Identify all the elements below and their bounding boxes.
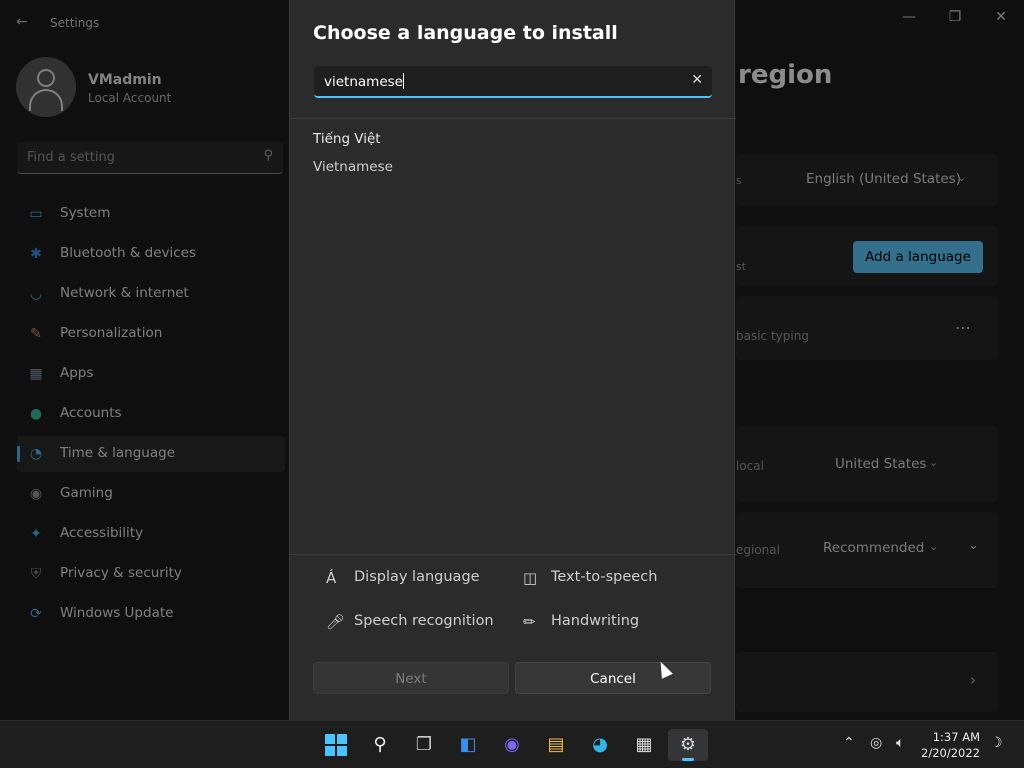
chevron-up-icon[interactable]: ⌃ <box>843 735 855 751</box>
language-result-english[interactable]: Vietnamese <box>313 159 393 175</box>
display-language-icon: Á <box>326 569 337 587</box>
feature-display-language: Á Display language <box>326 569 516 589</box>
file-explorer-icon[interactable]: ▤ <box>536 729 576 761</box>
handwriting-icon: ✏︎ <box>523 613 536 631</box>
widgets-icon[interactable]: ◧ <box>448 729 488 761</box>
start-button[interactable] <box>316 729 356 761</box>
divider <box>290 118 736 119</box>
next-button[interactable]: Next <box>313 662 509 694</box>
taskbar: ⚲ ❐ ◧ ◉ ▤ ◕ ▦ ⚙ ⌃ ◎ 🔈︎ 1:37 AM 2/20/2022… <box>0 720 1024 768</box>
dialog-title: Choose a language to install <box>313 22 618 44</box>
cancel-button[interactable]: Cancel <box>515 662 711 694</box>
text-to-speech-icon: ◫ <box>523 569 538 587</box>
clock-date: 2/20/2022 <box>921 746 980 760</box>
text-caret <box>402 73 404 89</box>
feature-label: Speech recognition <box>354 613 494 629</box>
edge-browser-icon[interactable]: ◕ <box>580 729 620 761</box>
language-search-value: vietnamese <box>324 74 403 90</box>
active-indicator <box>682 758 694 761</box>
divider <box>290 554 736 555</box>
clock-time: 1:37 AM <box>932 730 980 744</box>
search-taskbar-icon[interactable]: ⚲ <box>360 729 400 761</box>
feature-text-to-speech: ◫ Text-to-speech <box>523 569 713 589</box>
focus-assist-moon-icon[interactable]: ☽ <box>990 735 1003 751</box>
windows-logo-icon <box>325 734 347 756</box>
volume-muted-icon[interactable]: 🔈︎ <box>896 735 904 751</box>
feature-speech-recognition: 🎤︎ Speech recognition <box>326 613 516 633</box>
feature-label: Handwriting <box>551 613 640 629</box>
network-globe-icon[interactable]: ◎ <box>870 735 882 751</box>
language-search-input[interactable]: vietnamese ✕ <box>314 66 712 98</box>
clear-icon[interactable]: ✕ <box>691 72 703 88</box>
language-install-dialog: Choose a language to install vietnamese … <box>289 0 736 720</box>
microphone-icon: 🎤︎ <box>326 613 346 631</box>
feature-label: Display language <box>354 569 480 585</box>
store-icon[interactable]: ▦ <box>624 729 664 761</box>
task-view-icon[interactable]: ❐ <box>404 729 444 761</box>
feature-handwriting: ✏︎ Handwriting <box>523 613 713 633</box>
language-result-native[interactable]: Tiếng Việt <box>313 131 381 147</box>
feature-label: Text-to-speech <box>551 569 658 585</box>
chat-icon[interactable]: ◉ <box>492 729 532 761</box>
settings-taskbar-icon[interactable]: ⚙ <box>668 729 708 761</box>
taskbar-clock[interactable]: 1:37 AM 2/20/2022 <box>921 729 980 761</box>
